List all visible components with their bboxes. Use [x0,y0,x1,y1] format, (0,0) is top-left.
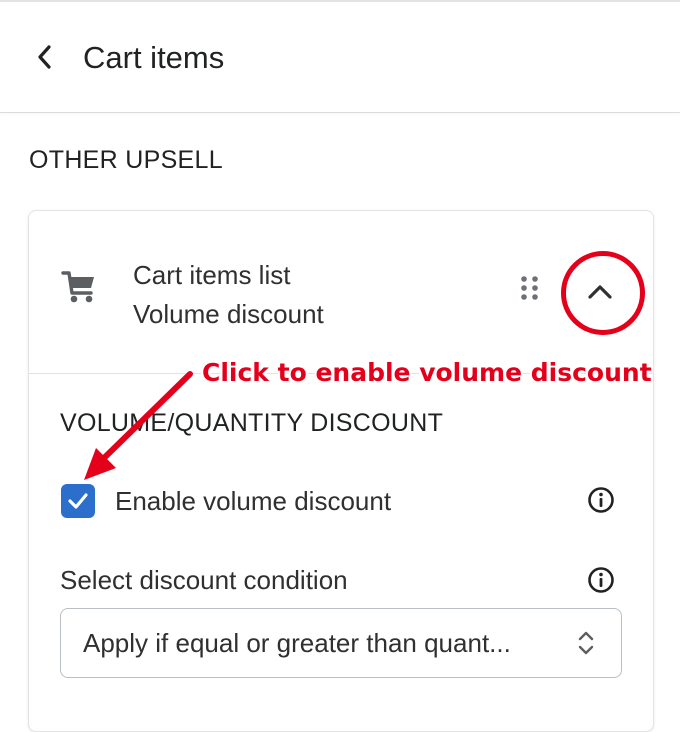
enable-volume-discount-checkbox[interactable] [61,484,95,518]
discount-condition-value: Apply if equal or greater than quant... [83,628,511,658]
block-subtitle: Volume discount [133,299,324,329]
discount-condition-select[interactable]: Apply if equal or greater than quant... [60,608,622,678]
info-icon[interactable] [587,486,615,514]
chevron-left-icon [38,45,51,69]
block-title: Cart items list [133,260,291,290]
collapse-button[interactable] [585,276,615,306]
discount-condition-label: Select discount condition [60,565,348,595]
volume-discount-heading: VOLUME/QUANTITY DISCOUNT [60,409,444,437]
header-bar: Cart items [0,2,680,113]
chevron-up-icon [588,285,612,299]
block-header[interactable]: Cart items list Volume discount [29,211,653,374]
section-heading: OTHER UPSELL [29,146,223,174]
annotation-text: Click to enable volume discount [202,358,652,387]
drag-handle-icon[interactable] [519,275,541,301]
info-icon[interactable] [587,566,615,594]
page-title: Cart items [83,40,225,75]
cart-icon [61,271,94,303]
checkmark-icon [68,493,88,509]
upsell-block-card: Cart items list Volume discount VOLUME/Q… [28,210,654,732]
select-arrows-icon [578,631,594,655]
enable-volume-discount-label[interactable]: Enable volume discount [115,483,391,519]
back-button[interactable] [30,42,60,72]
